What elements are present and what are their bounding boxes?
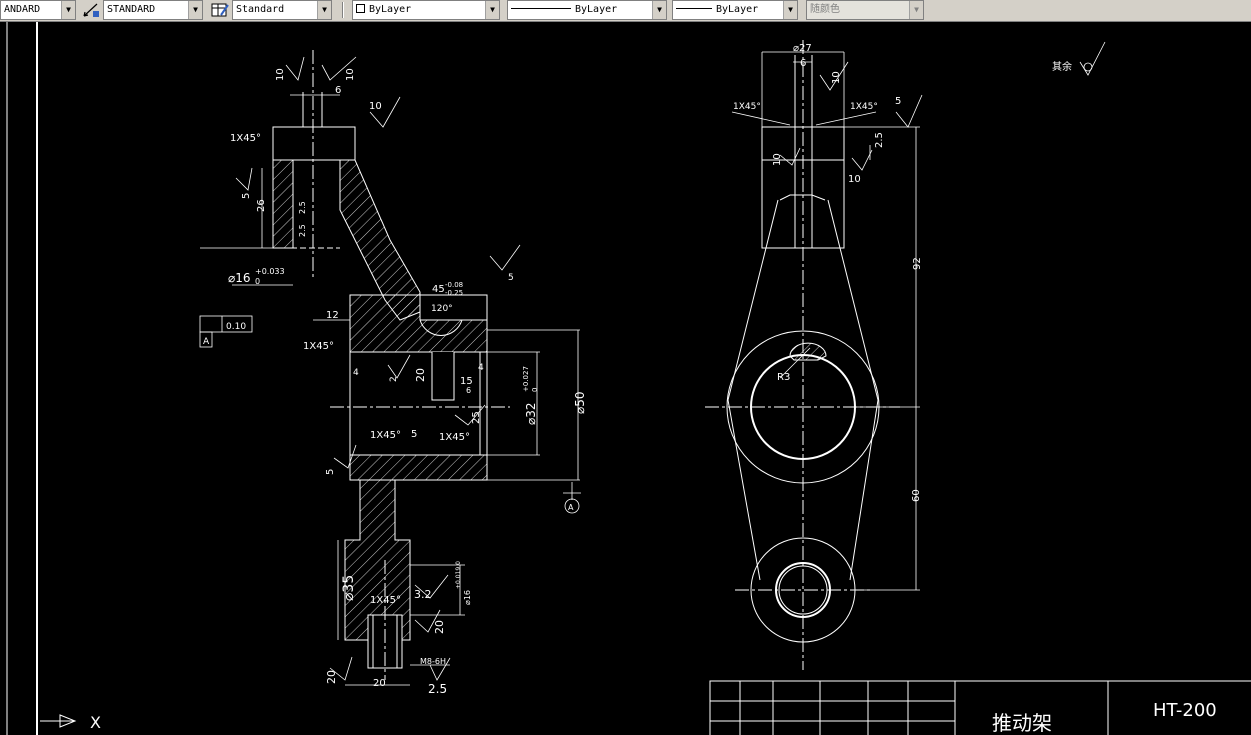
- chevron-down-icon[interactable]: ▼: [485, 1, 499, 19]
- svg-text:5: 5: [508, 273, 514, 283]
- svg-text:⌀32: ⌀32: [524, 403, 538, 426]
- table-style-icon[interactable]: [210, 1, 230, 19]
- plot-style-dropdown: 随颜色 ▼: [806, 0, 924, 20]
- svg-text:+0.027: +0.027: [522, 366, 530, 392]
- svg-text:2: 2: [389, 376, 399, 382]
- svg-text:1X45°: 1X45°: [370, 595, 401, 606]
- properties-toolbar: ANDARD ▼ STANDARD ▼ Standard ▼ ByLayer ▼…: [0, 0, 1251, 22]
- svg-text:+0.019 0: +0.019 0: [455, 561, 462, 589]
- linetype-sample-icon: [511, 8, 571, 9]
- svg-text:20: 20: [433, 620, 446, 634]
- chevron-down-icon[interactable]: ▼: [317, 1, 331, 19]
- svg-text:5: 5: [241, 193, 252, 199]
- svg-text:10: 10: [369, 101, 382, 112]
- svg-text:2.5: 2.5: [874, 132, 885, 148]
- svg-text:4: 4: [478, 363, 484, 373]
- svg-text:0.10: 0.10: [226, 322, 246, 332]
- svg-text:10: 10: [831, 71, 842, 84]
- viewport-border: [6, 22, 38, 735]
- chevron-down-icon[interactable]: ▼: [652, 1, 666, 19]
- svg-text:60: 60: [911, 489, 922, 502]
- svg-text:⌀35: ⌀35: [341, 575, 357, 601]
- svg-text:0: 0: [255, 277, 260, 286]
- svg-text:20: 20: [373, 678, 386, 689]
- svg-text:A: A: [568, 503, 574, 512]
- svg-text:6: 6: [800, 58, 806, 69]
- svg-text:R3: R3: [777, 372, 790, 383]
- linetype-value: ByLayer: [575, 4, 618, 15]
- table-style-dropdown[interactable]: Standard ▼: [232, 0, 332, 20]
- svg-text:-0.25: -0.25: [445, 289, 463, 297]
- svg-text:⌀16: ⌀16: [463, 590, 472, 605]
- svg-text:1X45°: 1X45°: [370, 430, 401, 441]
- chevron-down-icon[interactable]: ▼: [61, 1, 75, 19]
- svg-text:-0.08: -0.08: [445, 281, 463, 289]
- svg-text:+0.033: +0.033: [255, 267, 285, 276]
- svg-text:20: 20: [414, 368, 427, 382]
- svg-text:1X45°: 1X45°: [850, 102, 878, 112]
- part-name: 推动架: [992, 711, 1052, 735]
- svg-text:0: 0: [531, 388, 539, 392]
- svg-text:6: 6: [466, 386, 471, 395]
- svg-text:120°: 120°: [431, 304, 453, 314]
- text-style-dropdown[interactable]: ANDARD ▼: [0, 0, 76, 20]
- layer-color-dropdown[interactable]: ByLayer ▼: [352, 0, 500, 20]
- svg-text:45: 45: [432, 284, 445, 295]
- front-dimensions: [731, 41, 1106, 591]
- svg-text:5: 5: [325, 469, 336, 475]
- svg-text:6: 6: [335, 85, 341, 96]
- ucs-x-label: X: [90, 713, 101, 732]
- lineweight-sample-icon: [676, 8, 712, 9]
- svg-text:12: 12: [326, 310, 339, 321]
- svg-text:3.2: 3.2: [414, 588, 432, 601]
- section-labels: 10 10 6 10 1X45° 5 26 2.5 2.5 ⌀16 +0.033…: [203, 68, 587, 696]
- svg-text:92: 92: [912, 257, 923, 270]
- svg-text:26: 26: [256, 199, 267, 212]
- layer-color-value: ByLayer: [369, 4, 412, 15]
- surface-finish-note: 其余: [1052, 60, 1072, 73]
- svg-text:2.5: 2.5: [298, 224, 307, 237]
- svg-text:A: A: [203, 337, 210, 347]
- top-boss-outline: [272, 126, 356, 161]
- svg-text:1X45°: 1X45°: [303, 341, 334, 352]
- front-labels: ⌀27 6 10 1X45° 1X45° 5 2.5 10 10 92 R3 6…: [733, 43, 923, 502]
- svg-text:4: 4: [353, 368, 359, 378]
- plot-style-value: 随颜色: [810, 4, 840, 15]
- svg-text:⌀50: ⌀50: [573, 392, 587, 415]
- color-swatch-icon: [356, 4, 365, 13]
- svg-text:M8-6H: M8-6H: [420, 657, 446, 666]
- svg-text:1X45°: 1X45°: [230, 133, 261, 144]
- svg-text:⌀16: ⌀16: [228, 271, 251, 285]
- drawing-canvas[interactable]: 10 10 6 10 1X45° 5 26 2.5 2.5 ⌀16 +0.033…: [0, 22, 1251, 735]
- boss-wall-hatch: [272, 159, 294, 249]
- chevron-down-icon: ▼: [909, 1, 923, 19]
- svg-text:20: 20: [325, 670, 338, 684]
- lineweight-value: ByLayer: [716, 4, 759, 15]
- svg-text:10: 10: [275, 68, 286, 81]
- svg-text:1X45°: 1X45°: [439, 432, 470, 443]
- ucs-icon: [40, 714, 77, 728]
- svg-text:1X45°: 1X45°: [733, 102, 761, 112]
- chevron-down-icon[interactable]: ▼: [188, 1, 202, 19]
- svg-text:5: 5: [411, 429, 417, 440]
- text-style-value: ANDARD: [4, 4, 41, 15]
- chevron-down-icon[interactable]: ▼: [783, 1, 797, 19]
- svg-text:2.5: 2.5: [298, 201, 307, 214]
- svg-text:10: 10: [772, 153, 783, 166]
- svg-text:5: 5: [895, 96, 901, 107]
- svg-text:25: 25: [471, 411, 482, 424]
- toolbar-separator: [342, 2, 344, 18]
- linetype-dropdown[interactable]: ByLayer ▼: [507, 0, 667, 20]
- lineweight-dropdown[interactable]: ByLayer ▼: [672, 0, 798, 20]
- section-view[interactable]: [272, 50, 510, 680]
- svg-text:10: 10: [848, 174, 861, 185]
- dimension-style-value: STANDARD: [107, 4, 156, 15]
- dimension-style-dropdown[interactable]: STANDARD ▼: [103, 0, 203, 20]
- svg-text:2.5: 2.5: [428, 682, 447, 696]
- material-label: HT-200: [1153, 700, 1217, 721]
- dimension-style-icon[interactable]: [81, 1, 101, 19]
- svg-text:⌀27: ⌀27: [793, 43, 812, 54]
- svg-text:10: 10: [345, 68, 356, 81]
- table-style-value: Standard: [236, 4, 285, 15]
